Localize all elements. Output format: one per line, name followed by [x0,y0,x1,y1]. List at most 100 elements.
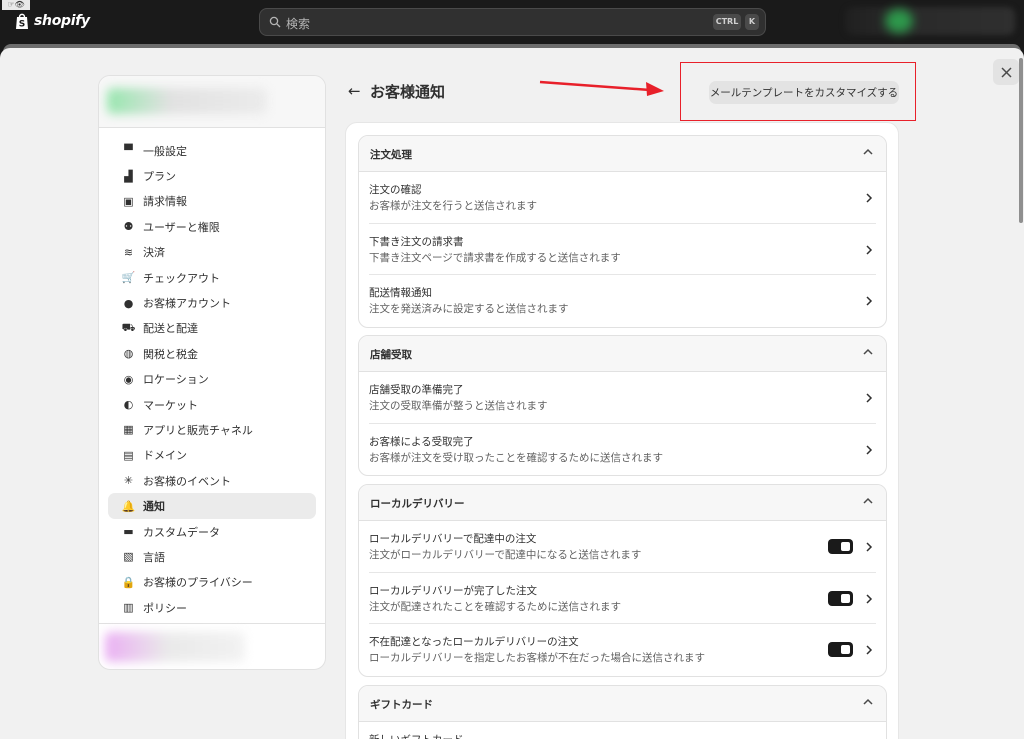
sidebar-item-label: お客様のイベント [143,474,231,488]
sidebar-item-2[interactable]: ▣ 請求情報 [108,189,316,214]
store-header-blurred[interactable] [99,76,325,128]
section-header[interactable]: 店舗受取 [359,336,886,372]
page-title: お客様通知 [370,83,446,101]
notification-description: 注文の受取準備が整うと送信されます [369,400,548,412]
sidebar-item-label: 決済 [143,246,165,260]
sidebar-item-18[interactable]: ▥ ポリシー [108,595,316,620]
chevron-right-icon [866,542,873,552]
sidebar-item-label: カスタムデータ [143,525,220,539]
section-header[interactable]: 注文処理 [359,136,886,172]
sidebar-item-label: 関税と税金 [143,347,198,361]
chevron-up-icon[interactable] [862,495,874,507]
sidebar-item-label: 言語 [143,550,165,564]
scrollbar[interactable] [1019,58,1023,223]
notification-title: 下書き注文の請求書 [369,235,464,248]
sidebar-item-label: チェックアウト [143,271,220,285]
sidebar-item-7[interactable]: ⛟ 配送と配達 [108,316,316,341]
search-bar[interactable]: 検索 CTRL K [259,8,766,36]
notification-toggle[interactable] [828,590,853,606]
sidebar-item-9[interactable]: ◉ ロケーション [108,367,316,392]
back-arrow-icon[interactable]: ← [348,82,361,100]
store-icon: ▀ [124,144,133,158]
sidebar-item-12[interactable]: ▤ ドメイン [108,443,316,468]
search-icon [269,16,281,28]
user-footer-blurred[interactable] [99,623,325,669]
sidebar-item-6[interactable]: ● お客様アカウント [108,290,316,315]
sidebar-item-label: プラン [143,170,176,184]
location-pin-icon: ◉ [123,372,134,386]
notification-row[interactable]: 配送情報通知注文を発送済みに設定すると送信されます [369,275,876,327]
notification-title: 店舗受取の準備完了 [369,384,464,396]
chevron-up-icon[interactable] [862,696,874,708]
lock-icon: 🔒 [121,575,136,589]
notification-row[interactable]: 新しいギフトカード [369,722,876,739]
extension-icons[interactable]: ☞👁 [2,0,30,10]
notification-title: 不在配達となったローカルデリバリーの注文 [369,636,579,648]
sidebar-item-8[interactable]: ◍ 関税と税金 [108,341,316,366]
sidebar-item-label: お客様アカウント [143,297,231,311]
sidebar-item-17[interactable]: 🔒 お客様のプライバシー [108,570,316,595]
notifications-card: 注文処理 注文の確認 お客様が注文を行うと送信されます 下書き注文の請求書 下書き注文ペ… [345,122,899,739]
money-bag-icon: ◍ [123,347,134,361]
shopify-logo[interactable]: S shopify [14,12,90,30]
chevron-up-icon[interactable] [862,346,874,358]
notification-row[interactable]: お客様による受取完了 お客様が注文を受け取ったことを確認するために送信されます [369,424,876,476]
sidebar-item-5[interactable]: 🛒 チェックアウト [108,265,316,290]
section-header[interactable]: ローカルデリバリー [359,485,886,521]
chevron-right-icon [866,193,873,203]
sidebar-item-label: ユーザーと権限 [143,220,220,234]
store-switcher-blurred[interactable] [845,7,1015,35]
sidebar-item-15[interactable]: ▬ カスタムデータ [108,519,316,544]
sidebar-item-label: マーケット [143,398,198,412]
sidebar-item-label: お客様のプライバシー [143,576,253,590]
notification-row[interactable]: 店舗受取の準備完了注文の受取準備が整うと送信されます [369,372,876,424]
svg-text:S: S [19,20,25,30]
notification-row[interactable]: 注文の確認 お客様が注文を行うと送信されます [369,172,876,224]
language-icon: ▧ [123,550,134,564]
sidebar-item-0[interactable]: ▀ 一般設定 [108,138,316,163]
section-title: 店舗受取 [370,349,412,361]
notification-toggle[interactable] [828,642,853,657]
billing-icon: ▣ [123,194,134,208]
shortcut-k-key: K [745,14,759,30]
annotation-arrow-icon [539,80,664,96]
policy-icon: ▥ [123,601,134,615]
customize-email-template-button[interactable]: メールテンプレートをカスタマイズする [709,81,899,104]
sidebar-item-4[interactable]: ≋ 決済 [108,240,316,265]
section-2: ローカルデリバリーローカルデリバリーで配達中の注文 注文がローカルデリバリーで配達… [358,484,887,677]
notification-title: 配送情報通知 [369,287,432,299]
sidebar-item-3[interactable]: ⚉ ユーザーと権限 [108,214,316,239]
sidebar-item-label: 通知 [143,500,165,514]
sidebar-item-14[interactable]: 🔔 通知 [108,493,316,519]
notification-description: ローカルデリバリーを指定したお客様が不在だった場合に送信されます [369,652,705,664]
sidebar-item-13[interactable]: ✳ お客様のイベント [108,468,316,493]
sidebar-item-11[interactable]: ▦ アプリと販売チャネル [108,417,316,442]
sidebar-item-1[interactable]: ▟ プラン [108,163,316,188]
notification-row[interactable]: 不在配達となったローカルデリバリーの注文ローカルデリバリーを指定したお客様が不在… [369,624,876,676]
notification-row[interactable]: ローカルデリバリーが完了した注文 注文が配達されたことを確認するために送信されます [369,573,876,624]
notification-description: 注文がローカルデリバリーで配達中になると送信されます [369,549,642,561]
avatar[interactable] [885,9,913,33]
bell-icon: 🔔 [121,499,136,513]
users-icon: ⚉ [123,220,134,234]
person-icon: ● [123,296,134,310]
sidebar-item-10[interactable]: ◐ マーケット [108,392,316,417]
chevron-right-icon [866,593,873,604]
section-title: ローカルデリバリー [370,498,465,510]
notification-toggle[interactable] [828,539,853,554]
chevron-up-icon[interactable] [862,146,874,158]
notification-description: 注文を発送済みに設定すると送信されます [369,303,569,315]
section-0: 注文処理 注文の確認 お客様が注文を行うと送信されます 下書き注文の請求書 下書き注文ペ… [358,135,887,328]
notification-description: お客様が注文を行うと送信されます [369,200,537,212]
events-icon: ✳ [123,474,134,488]
close-button[interactable] [993,59,1019,85]
notification-title: ローカルデリバリーが完了した注文 [369,584,537,597]
sidebar-item-16[interactable]: ▧ 言語 [108,544,316,569]
sidebar-item-label: 請求情報 [143,195,187,209]
notification-row[interactable]: ローカルデリバリーで配達中の注文 注文がローカルデリバリーで配達中になると送信され… [369,521,876,573]
custom-data-icon: ▬ [123,525,134,539]
close-icon [1000,66,1012,78]
section-header[interactable]: ギフトカード [359,686,886,722]
sidebar-item-label: 一般設定 [143,144,187,158]
notification-row[interactable]: 下書き注文の請求書 下書き注文ページで請求書を作成すると送信されます [369,224,876,275]
